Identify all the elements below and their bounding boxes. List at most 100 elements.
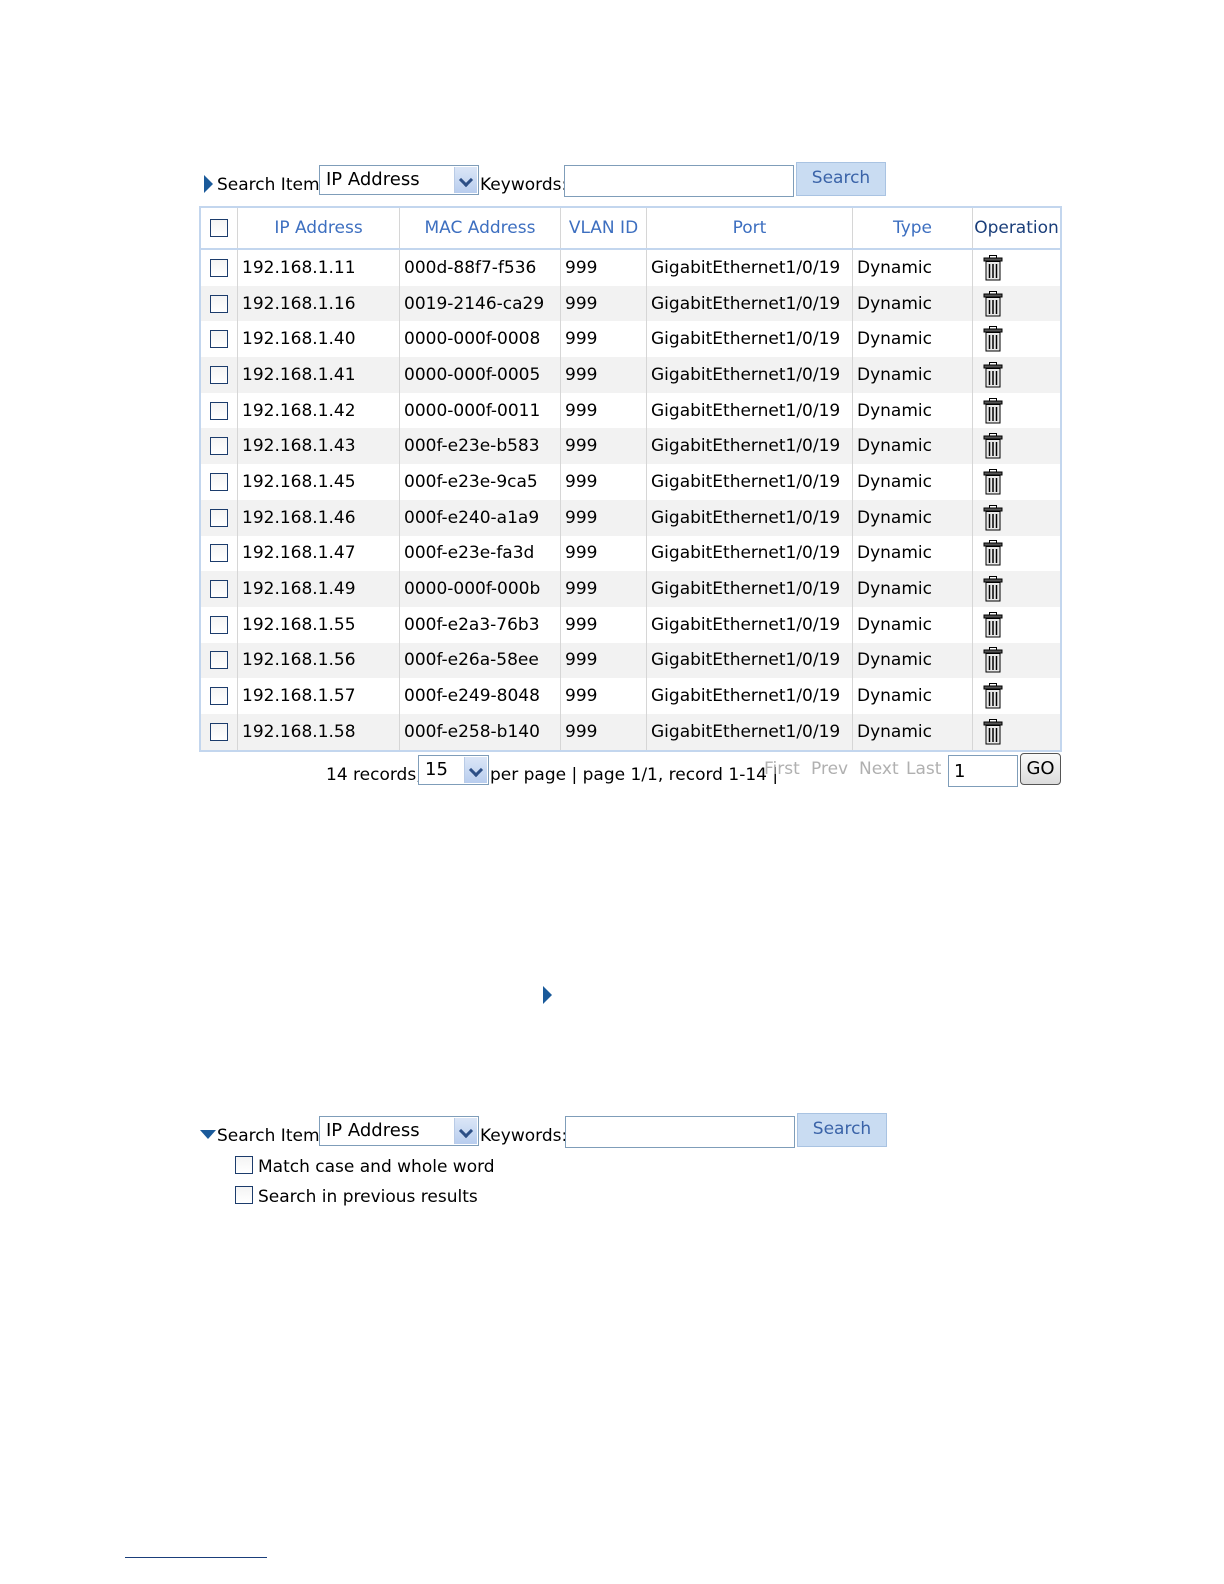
cell-mac: 000f-e2a3-76b3: [400, 606, 561, 643]
cell-ip: 192.168.1.56: [238, 642, 400, 679]
cell-mac: 000f-e258-b140: [400, 713, 561, 750]
search-previous-checkbox[interactable]: [235, 1186, 253, 1204]
row-checkbox[interactable]: [210, 330, 228, 349]
header-mac-address[interactable]: MAC Address: [400, 208, 561, 248]
cell-port: GigabitEthernet1/0/19: [647, 357, 853, 393]
first-page-link[interactable]: First: [764, 759, 800, 779]
cell-port: GigabitEthernet1/0/19: [647, 571, 853, 607]
cell-type: Dynamic: [853, 285, 973, 322]
table-row: 192.168.1.42 0000-000f-0011 999 GigabitE…: [201, 392, 1060, 429]
trash-icon[interactable]: [983, 326, 1003, 352]
cell-ip: 192.168.1.47: [238, 535, 400, 572]
cell-ip: 192.168.1.42: [238, 392, 400, 429]
table-row: 192.168.1.49 0000-000f-000b 999 GigabitE…: [201, 571, 1060, 607]
row-checkbox[interactable]: [210, 544, 228, 563]
header-ip-address[interactable]: IP Address: [238, 208, 400, 248]
row-checkbox[interactable]: [210, 651, 228, 670]
per-page-select[interactable]: 15: [418, 755, 489, 785]
table-row: 192.168.1.40 0000-000f-0008 999 GigabitE…: [201, 321, 1060, 358]
row-checkbox[interactable]: [210, 508, 228, 527]
cell-mac: 000d-88f7-f536: [400, 250, 561, 286]
last-page-link[interactable]: Last: [906, 759, 941, 779]
cell-mac: 000f-e23e-9ca5: [400, 464, 561, 500]
search-previous-label: Search in previous results: [258, 1187, 478, 1207]
chevron-down-icon[interactable]: [454, 1118, 477, 1144]
trash-icon[interactable]: [983, 576, 1003, 602]
trash-icon[interactable]: [983, 361, 1003, 388]
cell-vlan: 999: [561, 535, 647, 572]
arp-table: IP Address MAC Address VLAN ID Port Type…: [199, 206, 1062, 752]
records-count: 14 records,: [326, 765, 422, 785]
cell-port: GigabitEthernet1/0/19: [647, 428, 853, 465]
per-page-value: 15: [425, 759, 448, 780]
cell-vlan: 999: [561, 357, 647, 393]
page-number-input[interactable]: [948, 755, 1018, 787]
cell-port: GigabitEthernet1/0/19: [647, 250, 853, 286]
table-row: 192.168.1.57 000f-e249-8048 999 GigabitE…: [201, 678, 1060, 714]
cell-vlan: 999: [561, 571, 647, 607]
search-item-select[interactable]: IP Address: [319, 1116, 479, 1146]
cell-mac: 000f-e240-a1a9: [400, 499, 561, 536]
header-port[interactable]: Port: [647, 208, 853, 248]
select-all-checkbox[interactable]: [210, 219, 228, 237]
next-page-link[interactable]: Next: [859, 759, 899, 779]
header-type[interactable]: Type: [853, 208, 973, 248]
row-checkbox[interactable]: [210, 615, 228, 634]
header-vlan-id[interactable]: VLAN ID: [561, 208, 647, 248]
trash-icon[interactable]: [983, 683, 1003, 709]
cell-ip: 192.168.1.16: [238, 285, 400, 322]
cell-ip: 192.168.1.49: [238, 571, 400, 607]
expand-arrow-icon[interactable]: [204, 175, 213, 193]
keywords-input[interactable]: [565, 1116, 795, 1148]
search-button[interactable]: Search: [797, 1113, 887, 1147]
table-row: 192.168.1.47 000f-e23e-fa3d 999 GigabitE…: [201, 535, 1060, 572]
cell-ip: 192.168.1.43: [238, 428, 400, 465]
trash-icon[interactable]: [983, 468, 1003, 495]
cell-vlan: 999: [561, 642, 647, 679]
row-checkbox[interactable]: [210, 258, 228, 277]
trash-icon[interactable]: [983, 504, 1003, 531]
cell-mac: 0019-2146-ca29: [400, 285, 561, 322]
trash-icon[interactable]: [983, 647, 1003, 673]
row-checkbox[interactable]: [210, 401, 228, 420]
trash-icon[interactable]: [983, 254, 1003, 281]
keywords-input[interactable]: [564, 165, 794, 197]
table-row: 192.168.1.43 000f-e23e-b583 999 GigabitE…: [201, 428, 1060, 465]
trash-icon[interactable]: [983, 433, 1003, 459]
cell-port: GigabitEthernet1/0/19: [647, 678, 853, 714]
chevron-down-icon[interactable]: [464, 757, 487, 783]
cell-port: GigabitEthernet1/0/19: [647, 606, 853, 643]
match-case-checkbox[interactable]: [235, 1156, 253, 1174]
table-body: 192.168.1.11 000d-88f7-f536 999 GigabitE…: [201, 250, 1060, 750]
row-checkbox[interactable]: [210, 580, 228, 599]
keywords-label: Keywords:: [480, 1126, 568, 1146]
cell-mac: 0000-000f-0011: [400, 392, 561, 429]
go-button[interactable]: GO: [1020, 753, 1061, 785]
select-all-cell: [201, 208, 238, 248]
search-item-select[interactable]: IP Address: [319, 165, 479, 195]
chevron-down-icon[interactable]: [454, 167, 477, 193]
cell-type: Dynamic: [853, 678, 973, 714]
cell-mac: 0000-000f-0005: [400, 357, 561, 393]
cell-type: Dynamic: [853, 713, 973, 750]
table-row: 192.168.1.45 000f-e23e-9ca5 999 GigabitE…: [201, 464, 1060, 500]
row-checkbox[interactable]: [210, 722, 228, 741]
row-checkbox[interactable]: [210, 294, 228, 313]
prev-page-link[interactable]: Prev: [811, 759, 848, 779]
row-checkbox[interactable]: [210, 687, 228, 706]
trash-icon[interactable]: [983, 397, 1003, 424]
trash-icon[interactable]: [983, 611, 1003, 638]
cell-ip: 192.168.1.40: [238, 321, 400, 358]
trash-icon[interactable]: [983, 718, 1003, 745]
cell-vlan: 999: [561, 428, 647, 465]
row-checkbox[interactable]: [210, 472, 228, 491]
trash-icon[interactable]: [983, 540, 1003, 566]
table-row: 192.168.1.16 0019-2146-ca29 999 GigabitE…: [201, 285, 1060, 322]
trash-icon[interactable]: [983, 290, 1003, 317]
row-checkbox[interactable]: [210, 365, 228, 384]
collapse-arrow-icon[interactable]: [200, 1130, 216, 1139]
search-button[interactable]: Search: [796, 162, 886, 196]
cell-vlan: 999: [561, 321, 647, 358]
expand-arrow-icon: [543, 986, 552, 1004]
row-checkbox[interactable]: [210, 437, 228, 456]
